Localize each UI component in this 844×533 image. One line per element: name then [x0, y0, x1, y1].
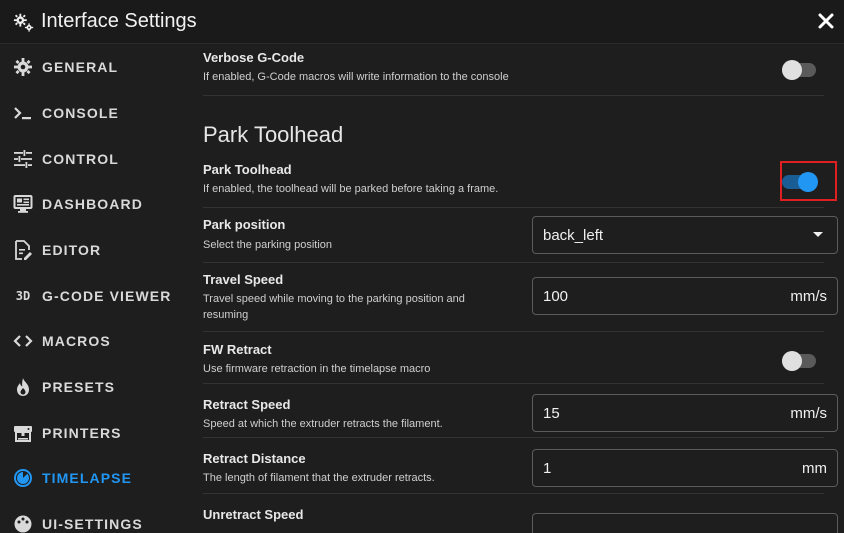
sidebar-item-ui-settings[interactable]: UI-SETTINGS: [0, 504, 187, 533]
sidebar-item-label: PRINTERS: [42, 425, 122, 441]
select-value: back_left: [543, 227, 604, 244]
setting-name: Unretract Speed: [203, 507, 304, 522]
sidebar-item-editor[interactable]: EDITOR: [0, 230, 187, 270]
travel-speed-input[interactable]: 100 mm/s: [532, 277, 838, 315]
fw-retract-switch[interactable]: [782, 348, 816, 372]
sidebar-item-dashboard[interactable]: DASHBOARD: [0, 184, 187, 224]
cogs-icon: [13, 13, 34, 32]
printer-3d-icon: [12, 422, 34, 444]
sidebar-item-general[interactable]: GENERAL: [0, 47, 187, 87]
sidebar-item-label: UI-SETTINGS: [42, 516, 143, 532]
input-value: 1: [543, 460, 552, 477]
sidebar-item-label: GENERAL: [42, 59, 119, 75]
sidebar-item-printers[interactable]: PRINTERS: [0, 413, 187, 453]
sidebar-item-presets[interactable]: PRESETS: [0, 367, 187, 407]
sidebar-item-label: DASHBOARD: [42, 196, 143, 212]
setting-verbose-gcode: Verbose G-Code If enabled, G-Code macros…: [203, 44, 824, 96]
code-brackets-icon: [12, 330, 34, 352]
sidebar-item-label: CONSOLE: [42, 105, 119, 121]
verbose-gcode-switch[interactable]: [782, 57, 816, 81]
timelapse-icon: [12, 467, 34, 489]
sidebar-item-label: G-CODE VIEWER: [42, 288, 172, 304]
setting-description: Speed at which the extruder retracts the…: [203, 418, 443, 430]
input-value: 100: [543, 288, 569, 305]
retract-speed-input[interactable]: 15 mm/s: [532, 394, 838, 432]
unretract-speed-input[interactable]: [532, 513, 838, 533]
sidebar-item-label: CONTROL: [42, 151, 119, 167]
park-position-select[interactable]: back_left: [532, 216, 838, 254]
dialog-title: Interface Settings: [41, 10, 197, 32]
palette-icon: [12, 513, 34, 533]
input-unit: mm: [802, 460, 827, 477]
switch-thumb: [782, 351, 802, 371]
setting-description: If enabled, G-Code macros will write inf…: [203, 71, 509, 83]
console-icon: [12, 102, 34, 124]
setting-name: Retract Speed: [203, 397, 291, 412]
setting-park-toolhead: Park Toolhead If enabled, the toolhead w…: [203, 156, 824, 208]
sidebar-item-label: MACROS: [42, 333, 111, 349]
sidebar-item-macros[interactable]: MACROS: [0, 321, 187, 361]
gear-icon: [12, 56, 34, 78]
sidebar-item-label: EDITOR: [42, 242, 102, 258]
file-edit-icon: [12, 239, 34, 261]
monitor-dashboard-icon: [12, 193, 34, 215]
setting-name: FW Retract: [203, 342, 272, 357]
setting-name: Travel Speed: [203, 272, 284, 287]
setting-description: Use firmware retraction in the timelapse…: [203, 363, 431, 375]
dialog-titlebar: Interface Settings: [0, 0, 844, 44]
setting-description: The length of filament that the extruder…: [203, 472, 435, 484]
setting-description-continued: resuming: [203, 309, 249, 321]
chevron-down-icon: [813, 232, 823, 237]
sidebar-item-label: TIMELAPSE: [42, 470, 133, 486]
setting-name: Retract Distance: [203, 451, 306, 466]
switch-thumb: [782, 60, 802, 80]
sidebar-item-label: PRESETS: [42, 379, 116, 395]
highlight-box: [780, 161, 837, 201]
sidebar-item-console[interactable]: CONSOLE: [0, 93, 187, 133]
setting-name: Park Toolhead: [203, 162, 292, 177]
fire-icon: [12, 376, 34, 398]
setting-description: If enabled, the toolhead will be parked …: [203, 183, 499, 195]
sidebar-item-control[interactable]: CONTROL: [0, 139, 187, 179]
setting-name: Park position: [203, 217, 286, 232]
close-icon[interactable]: [816, 11, 836, 31]
retract-distance-input[interactable]: 1 mm: [532, 449, 838, 487]
sidebar-item-timelapse[interactable]: TIMELAPSE: [0, 458, 187, 498]
timelapse-settings-panel: Verbose G-Code If enabled, G-Code macros…: [187, 44, 844, 533]
input-value: 15: [543, 405, 560, 422]
setting-description: Select the parking position: [203, 239, 333, 251]
setting-name: Verbose G-Code: [203, 50, 305, 65]
input-unit: mm/s: [790, 288, 827, 305]
settings-sidebar: GENERAL CONSOLE CONTROL DASHBOARD EDITOR…: [0, 44, 187, 533]
tune-icon: [12, 148, 34, 170]
setting-description: Travel speed while moving to the parking…: [203, 293, 465, 305]
input-unit: mm/s: [790, 405, 827, 422]
setting-fw-retract: FW Retract Use firmware retraction in th…: [203, 332, 824, 384]
section-title: Park Toolhead: [203, 122, 344, 147]
3d-icon: 3D: [15, 289, 31, 303]
sidebar-item-gcode-viewer[interactable]: 3D G-CODE VIEWER: [0, 276, 187, 316]
